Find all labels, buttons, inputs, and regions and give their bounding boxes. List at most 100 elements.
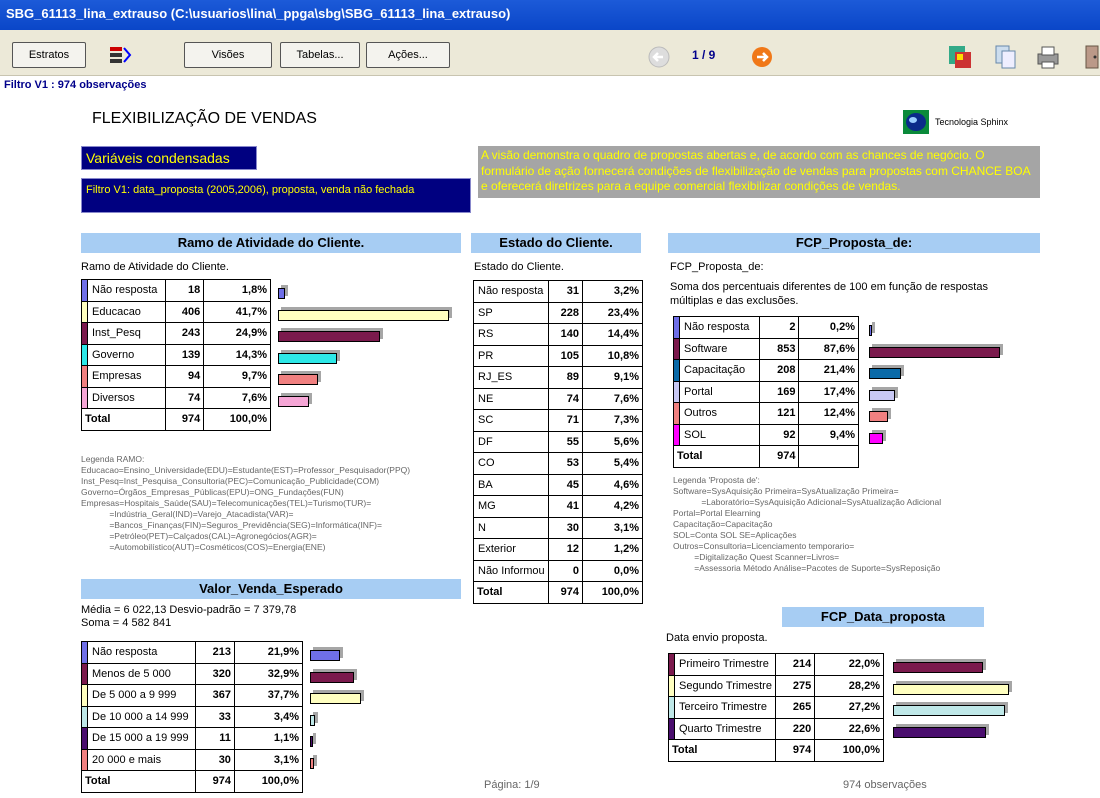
fcp-cell-pct: 9,4% — [798, 423, 859, 446]
data-bar — [893, 726, 986, 738]
valor-cell-count: 367 — [195, 684, 235, 707]
ramo-cell-label: Inst_Pesq — [87, 322, 166, 345]
data-total-label: Total — [668, 739, 776, 762]
data-cell-count: 214 — [774, 653, 816, 676]
fcp-bar — [869, 411, 888, 422]
visoes-button[interactable]: Visões — [184, 42, 272, 68]
ramo-row: Inst_Pesq 243 24,9% — [81, 322, 271, 345]
ramo-cell-label: Empresas — [87, 365, 166, 388]
ramo-row: Empresas 94 9,7% — [81, 365, 271, 388]
fcp-cell-pct: 87,6% — [798, 337, 859, 360]
estado-cell-pct: 4,6% — [581, 473, 644, 496]
ramo-row: Diversos 74 7,6% — [81, 386, 271, 409]
description-box: A visão demonstra o quadro de propostas … — [478, 146, 1040, 198]
copy-icon[interactable] — [994, 44, 1018, 70]
fcp-cell-label: Portal — [679, 380, 760, 403]
estado-cell-label: Não Informou — [473, 559, 549, 582]
data-header: FCP_Data_proposta — [782, 607, 984, 627]
footer-observations: 974 observações — [843, 779, 927, 791]
fcp-cell-count: 92 — [758, 423, 800, 446]
print-icon[interactable] — [1034, 44, 1062, 70]
estado-cell-pct: 1,2% — [581, 538, 644, 561]
fcp-cell-label: Software — [679, 337, 760, 360]
estado-cell-pct: 7,6% — [581, 387, 644, 410]
fcp-bar — [869, 346, 1001, 358]
acoes-button[interactable]: Ações... — [366, 42, 450, 68]
fcp-bar — [869, 389, 896, 401]
fcp-cell-pct: 12,4% — [798, 402, 859, 425]
fcp-cell-count: 169 — [758, 380, 800, 403]
data-bar — [893, 662, 984, 673]
valor-sum: Soma = 4 582 841 — [81, 617, 172, 629]
valor-stats-line1: Média = 6 022,13 Desvio-padrão = 7 379,7… — [81, 604, 297, 616]
valor-bar — [310, 650, 340, 661]
footer-page: Página: 1/9 — [484, 779, 540, 791]
valor-bar — [310, 736, 313, 747]
estado-cell-pct: 9,1% — [581, 366, 644, 389]
ramo-legend: Legenda RAMO: Educacao=Ensino_Universida… — [81, 454, 411, 552]
estado-cell-pct: 3,1% — [581, 516, 644, 539]
back-arrow-icon[interactable] — [648, 46, 670, 68]
valor-cell-label: Menos de 5 000 — [87, 662, 196, 685]
estado-row: NE 74 7,6% — [473, 387, 644, 410]
estado-cell-label: MG — [473, 495, 549, 518]
estado-cell-pct: 7,3% — [581, 409, 644, 432]
valor-bar — [310, 714, 315, 726]
stratify-icon[interactable] — [108, 44, 132, 66]
data-cell-count: 220 — [774, 717, 816, 740]
ramo-table: Não resposta 18 1,8% Educacao 406 41,7% Inst_P… — [81, 279, 271, 431]
data-cell-pct: 22,0% — [814, 653, 884, 676]
fcp-row: Software 853 87,6% — [673, 337, 859, 360]
valor-cell-count: 33 — [195, 705, 235, 728]
estado-cell-label: RS — [473, 323, 549, 346]
estado-row: PR 105 10,8% — [473, 344, 644, 367]
window-title: SBG_61113_lina_extrauso (C:\usuarios\lin… — [0, 0, 1100, 30]
valor-cell-label: De 5 000 a 9 999 — [87, 684, 196, 707]
estado-row: SC 71 7,3% — [473, 409, 644, 432]
estado-row: Não resposta 31 3,2% — [473, 280, 644, 303]
valor-bar — [310, 757, 315, 769]
fcp-header: FCP_Proposta_de: — [668, 233, 1040, 253]
ramo-cell-count: 94 — [164, 365, 205, 388]
estado-subtitle: Estado do Cliente. — [474, 261, 564, 273]
fcp-row: Capacitação 208 21,4% — [673, 359, 859, 382]
estado-cell-label: Não resposta — [473, 280, 549, 303]
exit-door-icon[interactable] — [1084, 44, 1100, 70]
ramo-header: Ramo de Atividade do Cliente. — [81, 233, 461, 253]
data-total-count: 974 — [774, 739, 816, 762]
fcp-cell-pct: 17,4% — [798, 380, 859, 403]
fcp-row: Não resposta 2 0,2% — [673, 316, 859, 339]
data-bar — [893, 705, 1005, 716]
estado-cell-label: SC — [473, 409, 549, 432]
data-cell-count: 275 — [774, 674, 816, 697]
estado-row: CO 53 5,4% — [473, 452, 644, 475]
fcp-cell-count: 208 — [758, 359, 800, 382]
data-row: Segundo Trimestre 275 28,2% — [668, 674, 884, 697]
fcp-total-pct — [798, 445, 859, 468]
tabelas-button[interactable]: Tabelas... — [280, 42, 360, 68]
valor-cell-label: 20 000 e mais — [87, 748, 196, 771]
estado-row: Exterior 12 1,2% — [473, 538, 644, 561]
fcp-cell-pct: 0,2% — [798, 316, 859, 339]
estado-cell-label: NE — [473, 387, 549, 410]
estado-cell-label: N — [473, 516, 549, 539]
estado-row: RS 140 14,4% — [473, 323, 644, 346]
valor-cell-pct: 3,1% — [233, 748, 304, 771]
estado-cell-pct: 10,8% — [581, 344, 644, 367]
estado-cell-label: SP — [473, 301, 549, 324]
data-cell-label: Quarto Trimestre — [674, 717, 776, 740]
ramo-bar — [278, 352, 337, 364]
export-icon[interactable] — [947, 44, 973, 70]
estado-cell-count: 89 — [547, 366, 583, 389]
fcp-total-row: Total 974 — [673, 445, 859, 468]
estratos-button[interactable]: Estratos — [12, 42, 86, 68]
ramo-cell-label: Governo — [87, 343, 166, 366]
data-cell-label: Terceiro Trimestre — [674, 696, 776, 719]
valor-cell-count: 213 — [195, 641, 235, 664]
fcp-table: Não resposta 2 0,2% Software 853 87,6% Capacit… — [673, 316, 859, 468]
forward-arrow-icon[interactable] — [751, 46, 773, 68]
fcp-total-count: 974 — [758, 445, 800, 468]
valor-table: Não resposta 213 21,9% Menos de 5 000 320 32,… — [81, 641, 304, 793]
estado-cell-count: 41 — [547, 495, 583, 518]
ramo-bar — [278, 331, 381, 342]
